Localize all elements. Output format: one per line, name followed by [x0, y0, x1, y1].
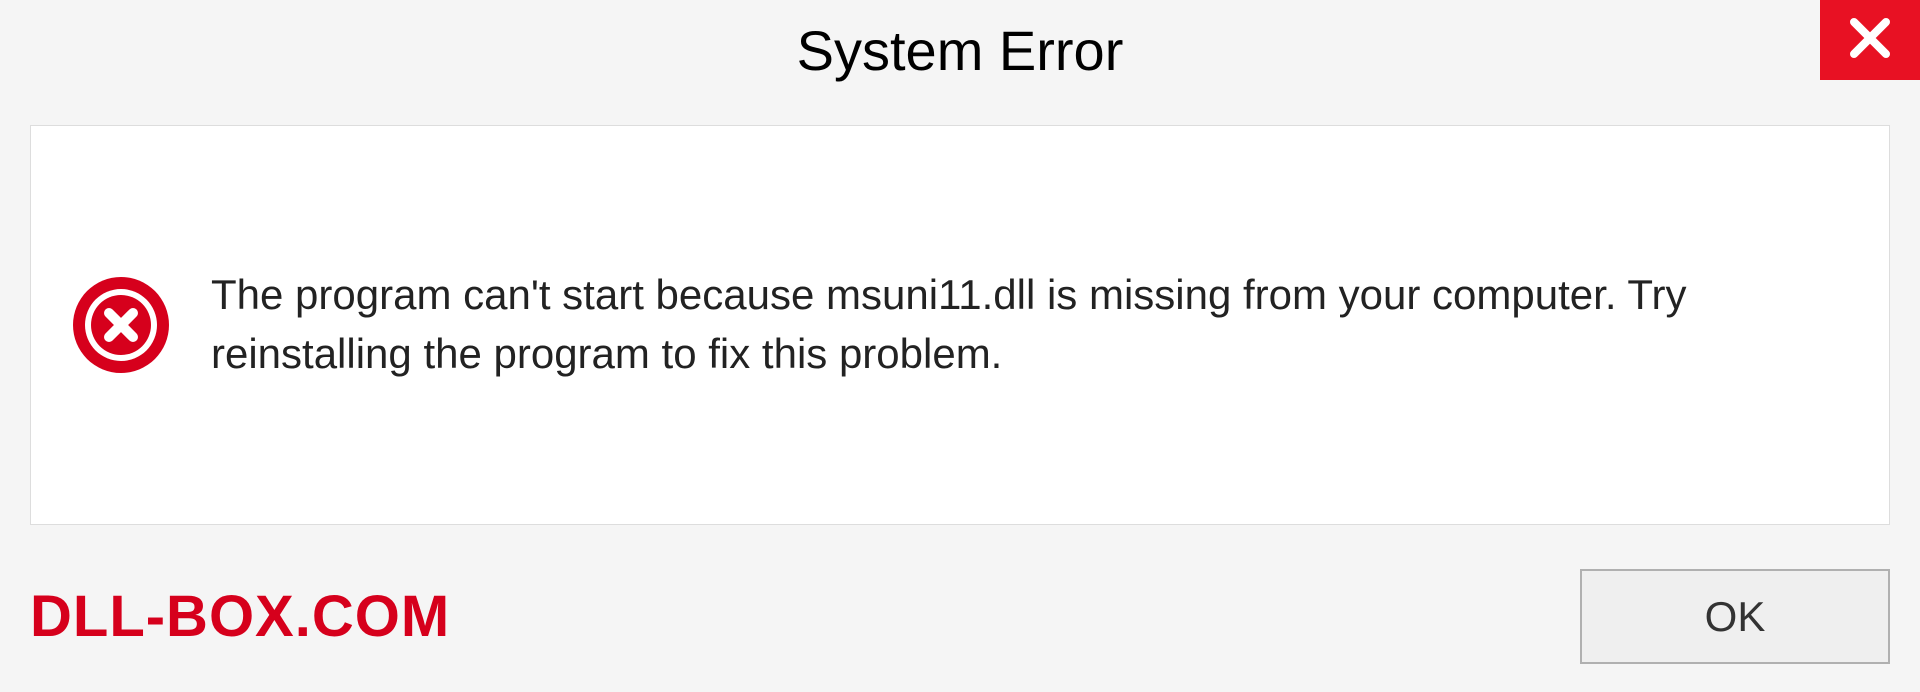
dialog-footer: DLL-BOX.COM OK [30, 569, 1890, 664]
titlebar: System Error [0, 0, 1920, 100]
error-icon [71, 275, 171, 375]
watermark-text: DLL-BOX.COM [30, 583, 450, 650]
close-icon [1846, 14, 1894, 67]
close-button[interactable] [1820, 0, 1920, 80]
error-message: The program can't start because msuni11.… [211, 266, 1849, 384]
ok-button[interactable]: OK [1580, 569, 1890, 664]
dialog-title: System Error [797, 18, 1124, 83]
dialog-content: The program can't start because msuni11.… [30, 125, 1890, 525]
